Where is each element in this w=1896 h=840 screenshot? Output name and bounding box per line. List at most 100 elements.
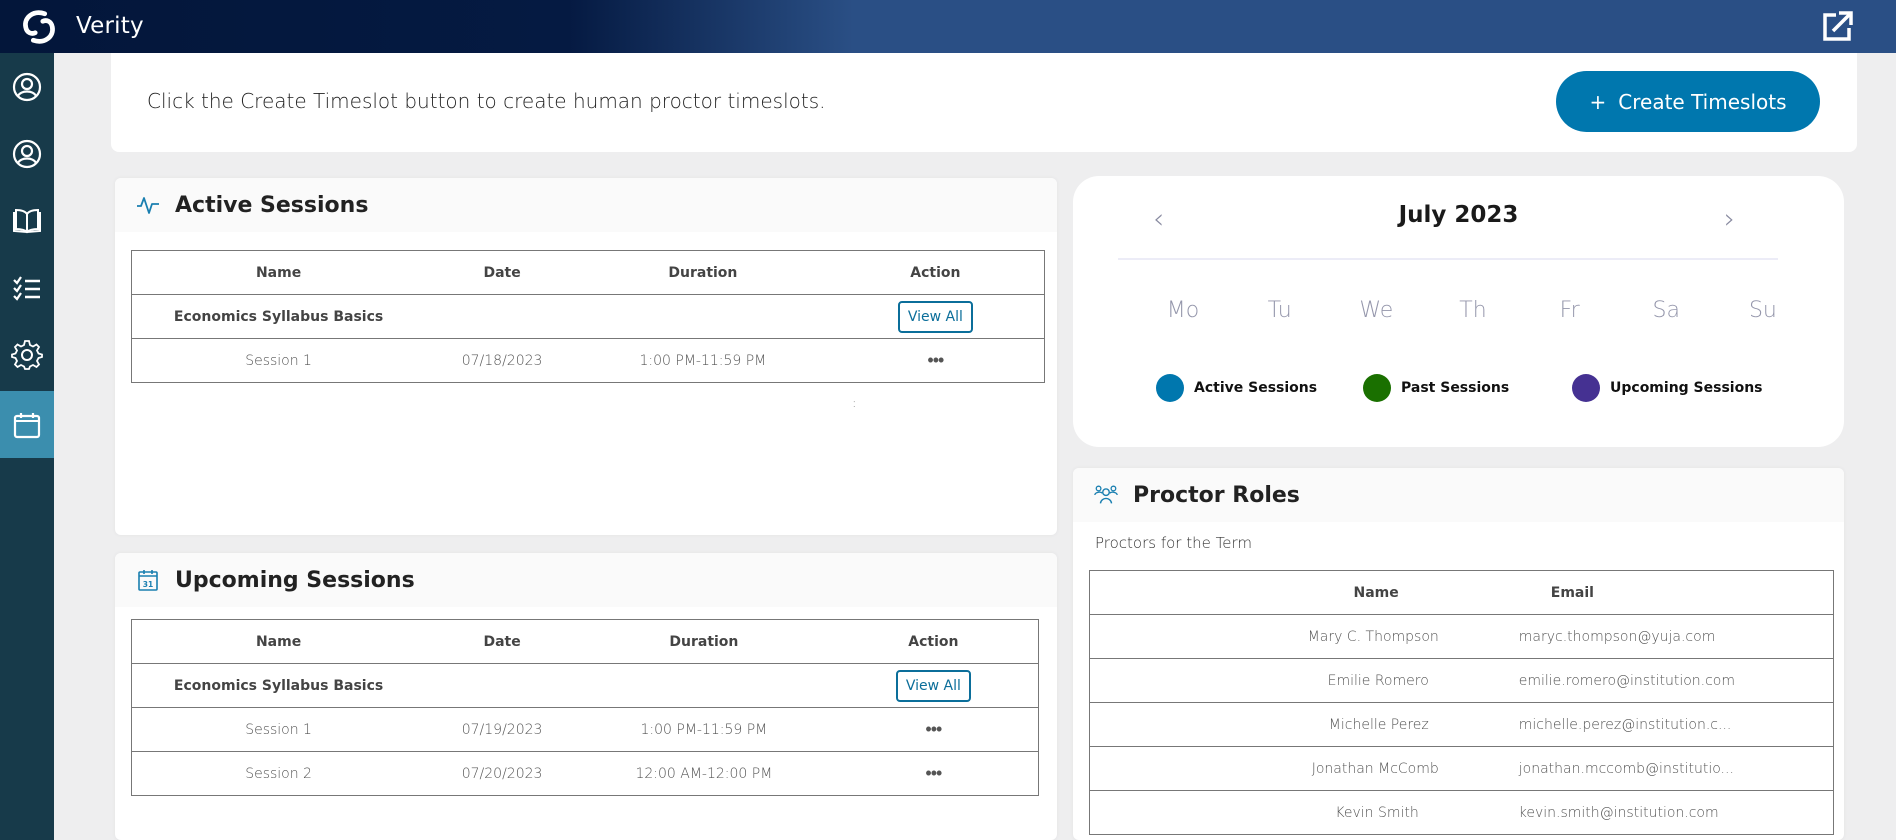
session-duration: 1:00 PM-11:59 PM (579, 707, 829, 752)
course-row: Economics Syllabus Basics View All (131, 663, 1039, 708)
legend-dot-active (1156, 374, 1184, 402)
sidebar-item-courses[interactable] (0, 187, 54, 254)
table-row: Session 1 07/18/2023 1:00 PM-11:59 PM ••… (131, 338, 1045, 383)
more-options-icon[interactable]: ••• (927, 350, 944, 371)
calendar-31-icon: 31 (138, 570, 158, 591)
column-header-date: Date (425, 250, 580, 295)
proctor-roles-panel: Proctor Roles Proctors for the Term Name… (1073, 468, 1844, 840)
legend-item-past: Past Sessions (1363, 374, 1572, 402)
sidebar-item-assessments[interactable] (0, 254, 54, 321)
create-timeslots-label: Create Timeslots (1618, 89, 1787, 114)
proctor-email: kevin.smith@institution.com (1518, 790, 1834, 835)
legend-item-active: Active Sessions (1156, 374, 1363, 402)
column-header-duration: Duration (579, 619, 829, 664)
proctor-name: Emilie Romero (1089, 658, 1519, 703)
table-header-row: Name Date Duration Action (131, 250, 1045, 295)
sidebar-item-settings[interactable] (0, 321, 54, 388)
next-month-button[interactable]: › (1724, 202, 1735, 235)
legend-dot-upcoming (1572, 374, 1600, 402)
weekday-label: Tu (1267, 298, 1292, 323)
weekday-label: Fr (1559, 298, 1580, 323)
table-header-row: Name Email (1089, 570, 1834, 615)
proctor-email: michelle.perez@institution.c... (1518, 702, 1834, 747)
upcoming-sessions-table: Name Date Duration Action Economics Syll… (131, 619, 1039, 796)
empty-cell (579, 294, 827, 339)
top-header: Verity (0, 0, 1896, 53)
session-duration: 1:00 PM-11:59 PM (579, 338, 827, 383)
action-cell: View All (828, 663, 1039, 708)
session-date: 07/20/2023 (425, 751, 580, 796)
session-date: 07/19/2023 (425, 707, 580, 752)
plus-icon: + (1589, 89, 1607, 114)
calendar-icon (13, 412, 41, 438)
verity-logo-icon (23, 10, 55, 44)
view-all-button[interactable]: View All (897, 300, 973, 333)
action-cell: View All (826, 294, 1045, 339)
proctor-email: jonathan.mccomb@institutio... (1518, 746, 1834, 791)
active-sessions-title: Active Sessions (175, 192, 369, 218)
legend-label: Past Sessions (1401, 380, 1510, 396)
course-row: Economics Syllabus Basics View All (131, 294, 1045, 339)
upcoming-sessions-title: Upcoming Sessions (175, 567, 415, 593)
table-row: Session 1 07/19/2023 1:00 PM-11:59 PM ••… (131, 707, 1039, 752)
proctor-roles-title: Proctor Roles (1133, 482, 1300, 508)
sidebar-item-scheduling[interactable] (0, 391, 54, 458)
empty-cell (425, 294, 580, 339)
column-header-name: Name (131, 619, 426, 664)
column-header-email: Email (1518, 570, 1834, 615)
more-options-icon[interactable]: ••• (925, 763, 942, 784)
calendar-divider (1118, 258, 1778, 260)
table-header-row: Name Date Duration Action (131, 619, 1039, 664)
proctors-table: Name Email Mary C. Thompson maryc.thomps… (1089, 570, 1834, 835)
create-timeslots-button[interactable]: + Create Timeslots (1556, 71, 1820, 132)
proctor-name: Mary C. Thompson (1089, 614, 1519, 659)
sidebar-item-profile[interactable] (0, 53, 54, 120)
loading-indicator: ⁚ (853, 400, 856, 409)
timeslot-banner: Click the Create Timeslot button to crea… (111, 53, 1857, 152)
empty-cell (425, 663, 580, 708)
external-link-icon[interactable] (1819, 7, 1857, 45)
activity-pulse-icon (137, 197, 159, 214)
course-name: Economics Syllabus Basics (131, 663, 426, 708)
session-date: 07/18/2023 (425, 338, 580, 383)
app-title: Verity (76, 13, 144, 39)
column-header-action: Action (826, 250, 1045, 295)
user-circle-icon (12, 139, 42, 168)
proctor-name: Michelle Perez (1089, 702, 1519, 747)
proctor-email: emilie.romero@institution.com (1518, 658, 1834, 703)
empty-cell (579, 663, 829, 708)
view-all-button[interactable]: View All (895, 669, 971, 702)
session-name: Session 2 (131, 751, 426, 796)
more-options-icon[interactable]: ••• (925, 719, 942, 740)
column-header-duration: Duration (579, 250, 827, 295)
active-sessions-panel: Active Sessions Name Date Duration Actio… (115, 178, 1057, 535)
banner-message: Click the Create Timeslot button to crea… (147, 89, 826, 113)
weekday-label: We (1359, 298, 1394, 323)
table-row: Emilie Romero emilie.romero@institution.… (1089, 658, 1834, 703)
sidebar (0, 53, 54, 840)
weekday-label: Th (1459, 298, 1487, 323)
calendar-legend: Active Sessions Past Sessions Upcoming S… (1156, 374, 1763, 402)
session-duration: 12:00 AM-12:00 PM (579, 751, 829, 796)
checklist-icon (13, 275, 40, 301)
gear-icon (11, 339, 43, 370)
column-header-action: Action (828, 619, 1039, 664)
action-cell: ••• (826, 338, 1045, 383)
weekday-row: Mo Tu We Th Fr Sa Su (1153, 298, 1793, 323)
column-header-name: Name (1089, 570, 1519, 615)
session-name: Session 1 (131, 707, 426, 752)
sidebar-item-users[interactable] (0, 120, 54, 187)
table-row: Michelle Perez michelle.perez@institutio… (1089, 702, 1834, 747)
book-open-icon (13, 208, 41, 233)
table-row: Jonathan McComb jonathan.mccomb@institut… (1089, 746, 1834, 791)
proctor-roles-header: Proctor Roles (1073, 468, 1844, 522)
proctor-email: maryc.thompson@yuja.com (1518, 614, 1834, 659)
user-circle-icon (12, 72, 42, 101)
weekday-label: Sa (1652, 298, 1680, 323)
column-header-name: Name (131, 250, 426, 295)
proctor-name: Kevin Smith (1089, 790, 1519, 835)
action-cell: ••• (828, 751, 1039, 796)
weekday-label: Su (1748, 298, 1777, 323)
active-sessions-header: Active Sessions (115, 178, 1057, 232)
legend-item-upcoming: Upcoming Sessions (1572, 374, 1763, 402)
